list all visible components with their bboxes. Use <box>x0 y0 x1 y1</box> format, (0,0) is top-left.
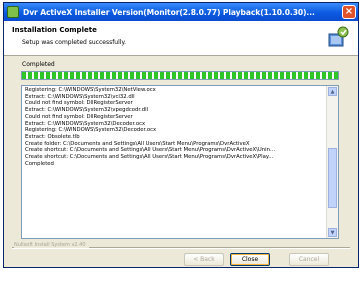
app-icon <box>7 6 19 18</box>
log-line: Extract: C:\WINDOWS\System32\Decoder.ocx <box>25 120 146 127</box>
scroll-down-icon[interactable]: ▼ <box>328 228 337 237</box>
log-line: Completed <box>25 160 54 167</box>
header-subtitle: Setup was completed successfully. <box>22 39 127 46</box>
installer-icon <box>328 26 349 47</box>
log-line: Could not find symbol: DllRegisterServer <box>25 113 133 120</box>
log-list: Registering: C:\WINDOWS\System32\NetView… <box>22 86 325 167</box>
log-line: Could not find symbol: DllRegisterServer <box>25 100 133 107</box>
log-line: Extract: Obsolete.tlb <box>25 133 80 140</box>
scroll-thumb[interactable] <box>328 148 337 208</box>
log-line: Create folder: C:\Documents and Settings… <box>25 140 250 147</box>
status-label: Completed <box>22 61 55 68</box>
progress-bar <box>21 71 339 80</box>
close-button[interactable]: Close <box>230 253 270 266</box>
back-button[interactable]: < Back <box>184 253 224 266</box>
log-line: Registering: C:\WINDOWS\System32\Decoder… <box>25 127 157 134</box>
log-line: Create shortcut: C:\Documents and Settin… <box>25 154 274 161</box>
title-bar[interactable]: Dvr ActiveX Installer Version(Monitor(2.… <box>4 3 358 21</box>
log-scrollbar[interactable]: ▲ ▼ <box>326 86 338 238</box>
header-title: Installation Complete <box>12 26 97 34</box>
scroll-up-icon[interactable]: ▲ <box>328 87 337 96</box>
log-line: Create shortcut: C:\Documents and Settin… <box>25 147 276 154</box>
window-title: Dvr ActiveX Installer Version(Monitor(2.… <box>23 7 315 17</box>
progress-fill <box>22 72 338 79</box>
close-icon[interactable]: × <box>342 5 356 19</box>
log-line: Extract: C:\WINDOWS\System32\vcl32.dll <box>25 93 135 100</box>
brand-text: Nullsoft Install System v2.40 <box>14 242 89 248</box>
header-panel: Installation Complete Setup was complete… <box>4 21 358 56</box>
log-line: Extract: C:\WINDOWS\System32\vpegdcodr.d… <box>25 107 149 114</box>
details-log[interactable]: Registering: C:\WINDOWS\System32\NetView… <box>21 85 339 239</box>
cancel-button[interactable]: Cancel <box>289 253 329 266</box>
log-line: Registering: C:\WINDOWS\System32\NetView… <box>25 87 156 93</box>
installer-window: Dvr ActiveX Installer Version(Monitor(2.… <box>3 2 359 268</box>
